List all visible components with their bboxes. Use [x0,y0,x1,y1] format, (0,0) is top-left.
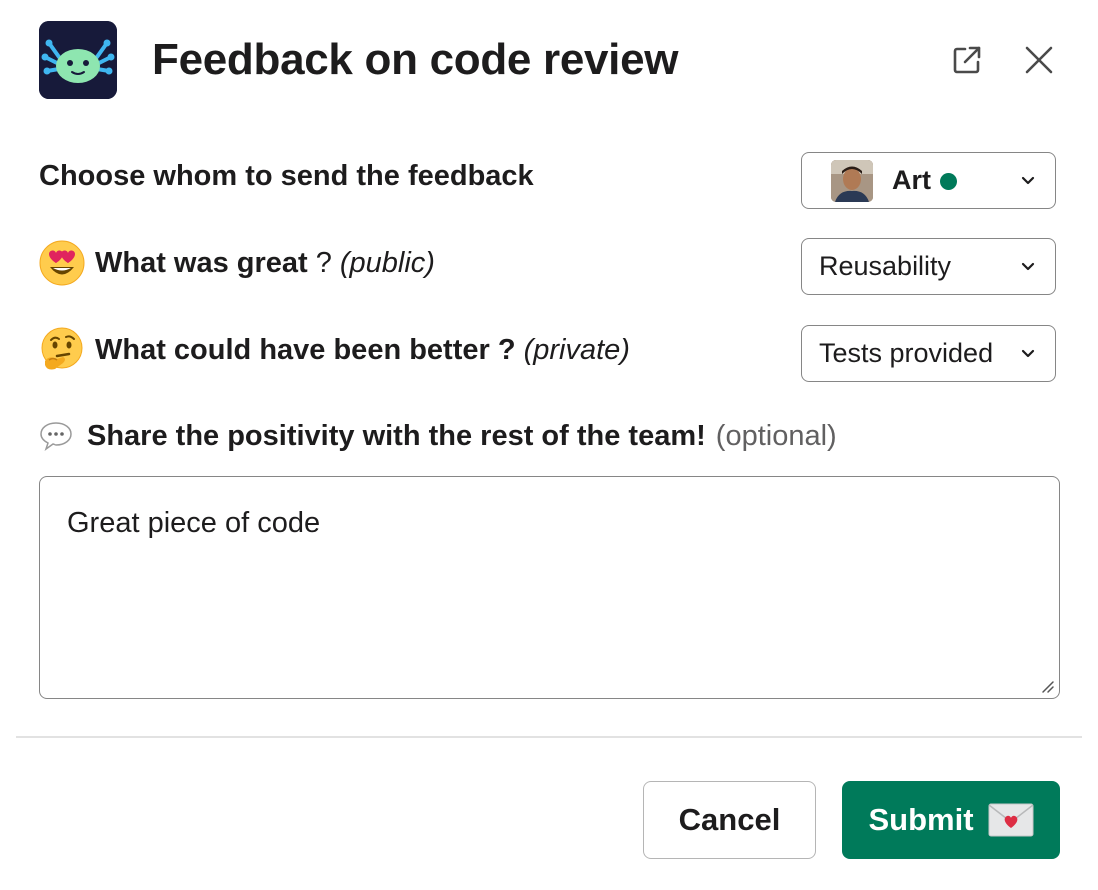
submit-button-label: Submit [868,802,974,837]
thinking-face-emoji [41,327,83,370]
presence-indicator [940,173,957,190]
share-textarea-value: Great piece of code [67,507,321,539]
chevron-down-icon [1021,349,1035,358]
great-select[interactable]: Reusability [801,238,1056,295]
share-hint: (optional) [715,420,837,452]
better-hint: (private) [523,334,630,366]
share-textarea[interactable]: Great piece of code [39,476,1060,699]
better-label-text: What could have been better ? [95,334,516,366]
great-label: What was great ? (public) [39,240,435,286]
great-label-text: What was great [95,247,308,279]
great-selected-value: Reusability [819,251,952,281]
heart-eyes-emoji [39,240,85,286]
recipient-label-text: Choose whom to send the feedback [39,160,534,192]
recipient-label: Choose whom to send the feedback [39,156,534,196]
resize-handle-icon[interactable] [1039,678,1055,694]
external-link-icon [953,46,981,74]
submit-button[interactable]: Submit [842,781,1060,859]
feedback-modal: Feedback on code review Choose whom to s… [0,0,1098,890]
footer-divider [16,736,1082,738]
close-icon [1025,46,1053,74]
great-hint: (public) [339,247,435,279]
better-label: What could have been better ? (private) [39,327,630,373]
share-label: Share the positivity with the rest of th… [39,416,837,456]
modal-title: Feedback on code review [152,35,679,84]
speech-balloon-icon [40,422,72,451]
share-label-text: Share the positivity with the rest of th… [87,420,706,452]
love-letter-emoji [988,803,1034,837]
better-select[interactable]: Tests provided [801,325,1056,382]
better-selected-value: Tests provided [819,338,994,368]
close-button[interactable] [1019,40,1059,80]
popout-button[interactable] [947,40,987,80]
axolotl-app-icon [39,21,117,99]
cancel-button[interactable]: Cancel [643,781,816,859]
cancel-button-label: Cancel [678,802,781,837]
avatar [831,159,873,202]
chevron-down-icon [1021,176,1035,185]
chevron-down-icon [1021,262,1035,271]
great-question-mark: ? [315,247,332,279]
recipient-select[interactable]: Art [801,152,1056,209]
recipient-name: Art [892,165,931,195]
